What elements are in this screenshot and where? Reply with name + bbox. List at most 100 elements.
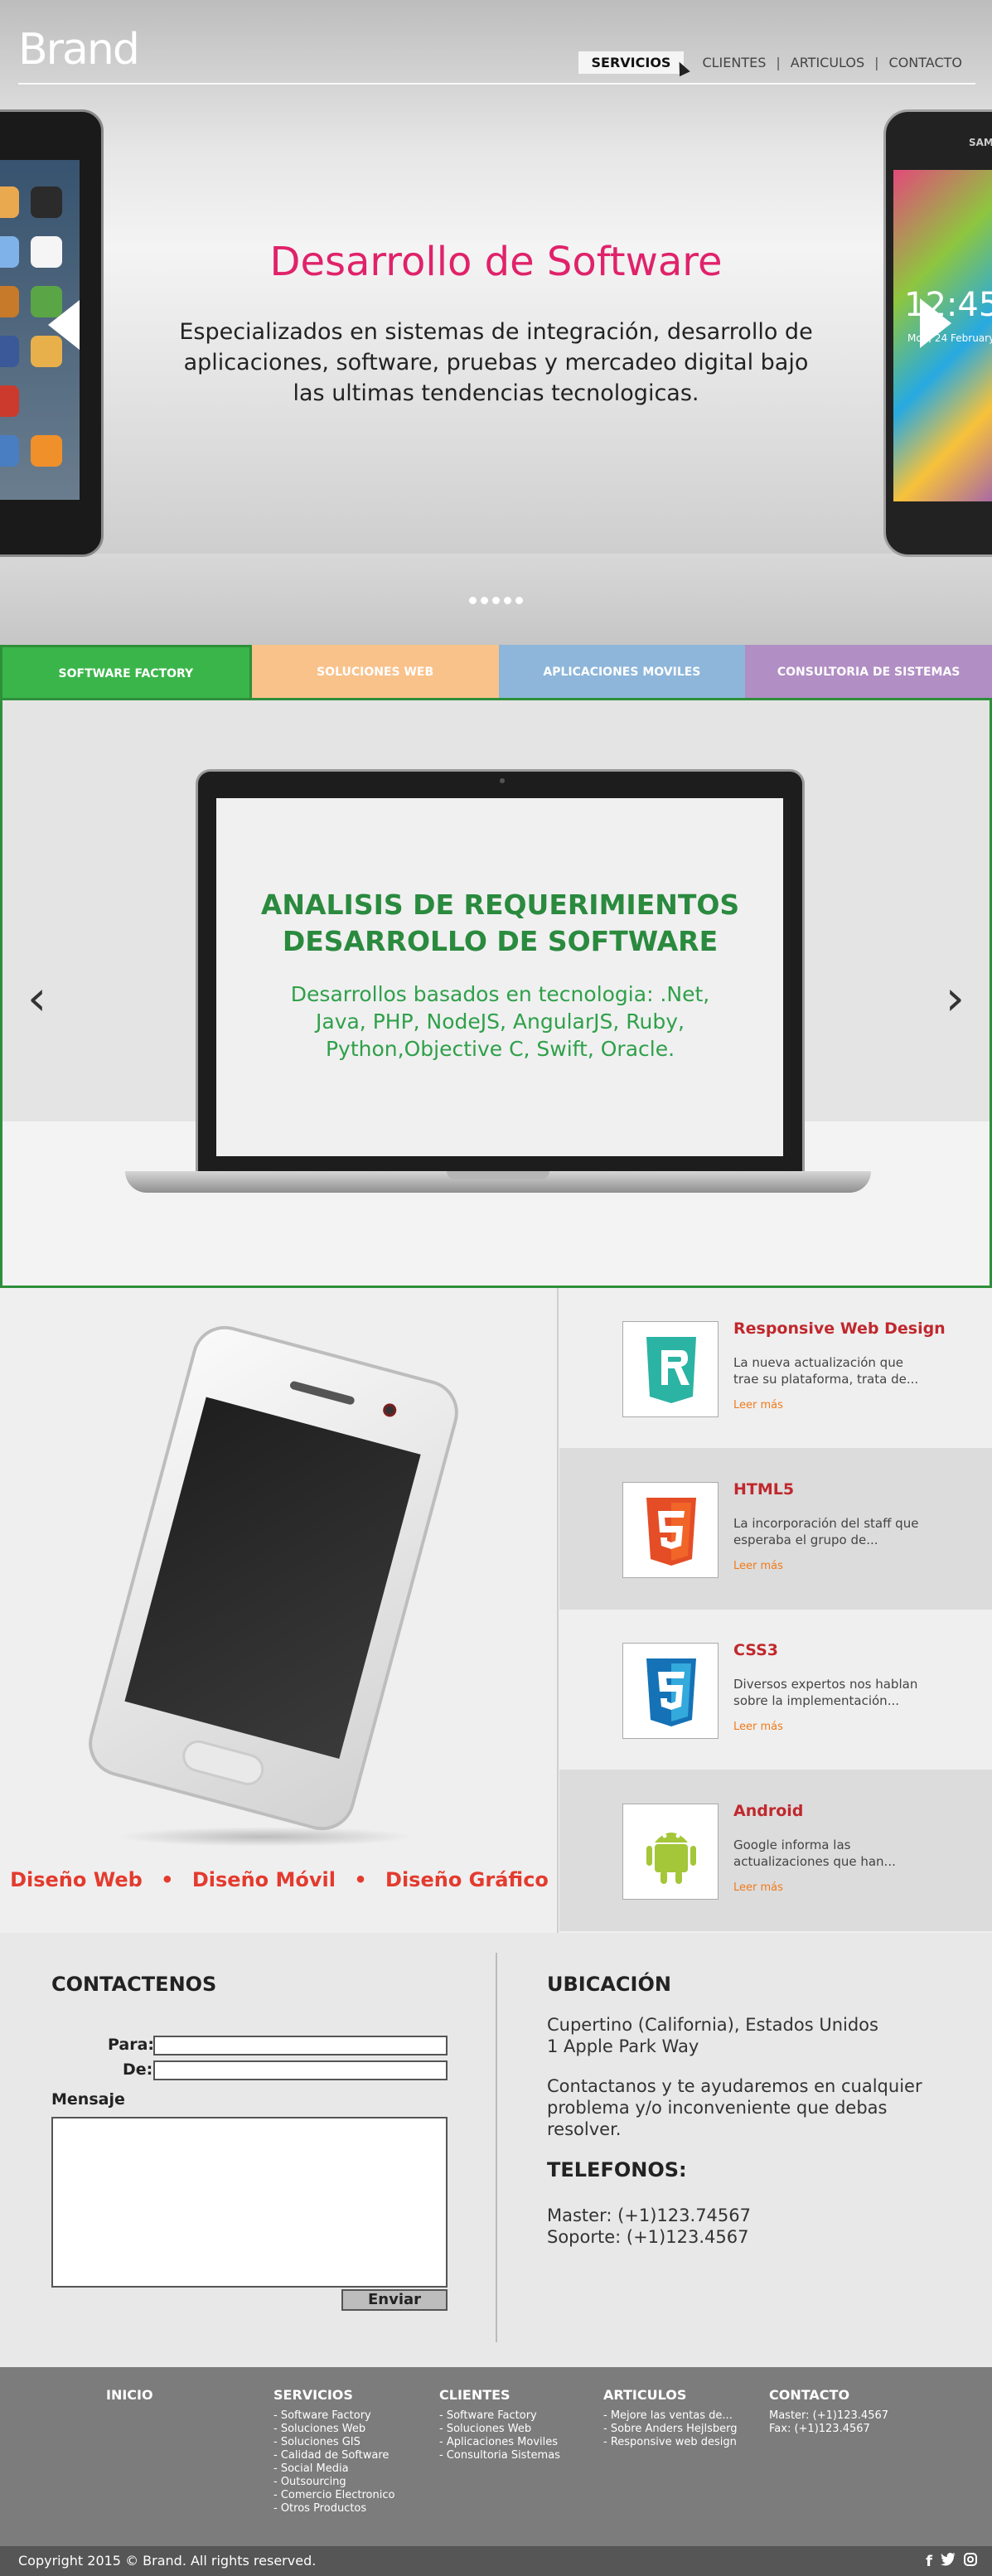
location-line2: 1 Apple Park Way — [547, 2036, 699, 2056]
article-title[interactable]: CSS3 — [733, 1641, 778, 1659]
article-description: La nueva actualización que trae su plata… — [733, 1355, 919, 1387]
footer-link[interactable]: - Software Factory — [439, 2409, 560, 2423]
article-title[interactable]: HTML5 — [733, 1480, 794, 1499]
location-help: Contactanos y te ayudaremos en cualquier… — [547, 2076, 922, 2139]
responsive-icon[interactable] — [622, 1321, 719, 1417]
from-label: De: — [123, 2060, 153, 2079]
android-icon[interactable] — [622, 1804, 719, 1900]
nav-articulos[interactable]: ARTICULOS — [781, 51, 874, 74]
articles-list: Responsive Web Design La nueva actualiza… — [559, 1288, 992, 1933]
footer-heading-articulos[interactable]: ARTICULOS — [603, 2387, 738, 2403]
footer-heading-clientes[interactable]: CLIENTES — [439, 2387, 560, 2403]
to-label: Para: — [108, 2036, 155, 2054]
slider-dot[interactable] — [481, 597, 488, 604]
tab-soluciones-web[interactable]: SOLUCIONES WEB — [251, 645, 499, 700]
footer-list: - Software Factory - Soluciones Web - Ap… — [439, 2409, 560, 2462]
laptop-image — [196, 769, 805, 1175]
design-movil: Diseño Móvil — [191, 1868, 336, 1891]
tab-consultoria-sistemas[interactable]: CONSULTORIA DE SISTEMAS — [745, 645, 992, 700]
nav-clientes[interactable]: CLIENTES — [692, 51, 776, 74]
hero-title: Desarrollo de Software — [269, 239, 723, 285]
footer-heading-contacto[interactable]: CONTACTO — [769, 2387, 888, 2403]
footer-link[interactable]: - Sobre Anders Hejlsberg — [603, 2423, 738, 2436]
footer-link[interactable]: - Soluciones Web — [439, 2423, 560, 2436]
footer-link[interactable]: - Outsourcing — [273, 2476, 394, 2489]
slider-dot[interactable] — [469, 597, 477, 604]
hero-next-arrow-icon[interactable] — [920, 298, 951, 348]
article-title[interactable]: Responsive Web Design — [733, 1319, 946, 1338]
slider-prev-arrow-icon[interactable]: ‹ — [27, 974, 46, 1022]
phone-right-brand: SAMS — [969, 137, 992, 148]
article-item: Responsive Web Design La nueva actualiza… — [559, 1288, 992, 1449]
contact-divider — [496, 1953, 497, 2342]
service-tabs: SOFTWARE FACTORY SOLUCIONES WEB APLICACI… — [0, 645, 992, 700]
hero-prev-arrow-icon[interactable] — [48, 300, 80, 350]
tab-aplicaciones-moviles[interactable]: APLICACIONES MOVILES — [498, 645, 746, 700]
slider-dot[interactable] — [492, 597, 500, 604]
footer-col-inicio: INICIO — [106, 2387, 153, 2409]
brand-logo-text: Brand — [18, 25, 140, 75]
footer-heading-inicio[interactable]: INICIO — [106, 2387, 153, 2403]
to-input[interactable] — [153, 2036, 448, 2055]
footer-contact-line: Master: (+1)123.4567 — [769, 2409, 889, 2422]
footer-link[interactable]: - Consultoria Sistemas — [439, 2449, 560, 2462]
phone-camera — [381, 1402, 399, 1419]
laptop-camera — [500, 778, 505, 783]
footer-link[interactable]: - Aplicaciones Moviles — [439, 2436, 560, 2449]
footer-col-clientes: CLIENTES - Software Factory - Soluciones… — [439, 2387, 560, 2462]
footer-link[interactable]: - Software Factory — [273, 2409, 394, 2423]
footer-list: - Software Factory - Soluciones Web - So… — [273, 2409, 394, 2515]
copyright-text: Copyright 2015 © Brand. All rights reser… — [18, 2553, 317, 2569]
phone-speaker — [288, 1380, 356, 1406]
article-item: CSS3 Diversos expertos nos hablan sobre … — [559, 1610, 992, 1770]
nav-servicios[interactable]: SERVICIOS — [578, 51, 685, 74]
laptop-notch — [447, 1171, 549, 1179]
instagram-icon[interactable] — [964, 2553, 977, 2570]
footer-link[interactable]: - Mejore las ventas de... — [603, 2409, 738, 2423]
footer-link[interactable]: - Otros Productos — [273, 2502, 394, 2515]
slider-dot[interactable] — [504, 597, 511, 604]
slide-title: ANALISIS DE REQUERIMIENTOS DESARROLLO DE… — [196, 887, 805, 960]
article-description: Diversos expertos nos hablan sobre la im… — [733, 1677, 918, 1708]
read-more-link[interactable]: Leer más — [733, 1721, 783, 1733]
nav-contacto[interactable]: CONTACTO — [879, 51, 972, 74]
slider-next-arrow-icon[interactable]: › — [946, 974, 965, 1022]
footer-link[interactable]: - Responsive web design — [603, 2436, 738, 2449]
facebook-icon[interactable]: f — [926, 2553, 932, 2570]
design-panel: Diseño Web • Diseño Móvil • Diseño Gráfi… — [0, 1288, 559, 1933]
article-item: Android Google informa las actualizacion… — [559, 1770, 992, 1931]
send-button[interactable]: Enviar — [341, 2289, 448, 2311]
footer-link[interactable]: - Soluciones Web — [273, 2423, 394, 2436]
html5-icon[interactable] — [622, 1482, 719, 1578]
slide-title-line1: ANALISIS DE REQUERIMIENTOS — [260, 889, 740, 921]
read-more-link[interactable]: Leer más — [733, 1881, 783, 1894]
location-line1: Cupertino (California), Estados Unidos — [547, 2015, 878, 2035]
master-phone: Master: (+1)123.74567 — [547, 2206, 752, 2225]
footer-link[interactable]: - Social Media — [273, 2462, 394, 2476]
design-web: Diseño Web — [10, 1868, 143, 1891]
from-input[interactable] — [153, 2060, 448, 2080]
twitter-icon[interactable] — [941, 2553, 956, 2570]
footer-link[interactable]: - Soluciones GIS — [273, 2436, 394, 2449]
css3-icon[interactable] — [622, 1643, 719, 1739]
phones-heading: TELEFONOS: — [547, 2158, 687, 2181]
slider-dot[interactable] — [515, 597, 523, 604]
message-textarea[interactable] — [51, 2117, 448, 2288]
article-title[interactable]: Android — [733, 1802, 803, 1820]
contact-section: CONTACTENOS Para: De: Mensaje Enviar UBI… — [0, 1933, 992, 2367]
features-section: Diseño Web • Diseño Móvil • Diseño Gráfi… — [0, 1288, 992, 1933]
brand-logo[interactable]: Brand — [18, 28, 140, 71]
hero-text: Especializados en sistemas de integració… — [179, 319, 813, 406]
page: SAMS 12:45 Mon, 24 February Brand SERVIC… — [0, 0, 992, 2576]
read-more-link[interactable]: Leer más — [733, 1560, 783, 1572]
article-description: Google informa las actualizaciones que h… — [733, 1838, 896, 1869]
footer-heading-servicios[interactable]: SERVICIOS — [273, 2387, 394, 2403]
read-more-link[interactable]: Leer más — [733, 1399, 783, 1411]
smartphone-image — [81, 1318, 466, 1838]
tab-software-factory[interactable]: SOFTWARE FACTORY — [0, 645, 252, 700]
footer-link[interactable]: - Comercio Electronico — [273, 2489, 394, 2502]
footer-col-articulos: ARTICULOS - Mejore las ventas de... - So… — [603, 2387, 738, 2449]
slider-dots — [469, 597, 523, 604]
footer-link[interactable]: - Calidad de Software — [273, 2449, 394, 2462]
hero-section: SAMS 12:45 Mon, 24 February Brand SERVIC… — [0, 0, 992, 645]
